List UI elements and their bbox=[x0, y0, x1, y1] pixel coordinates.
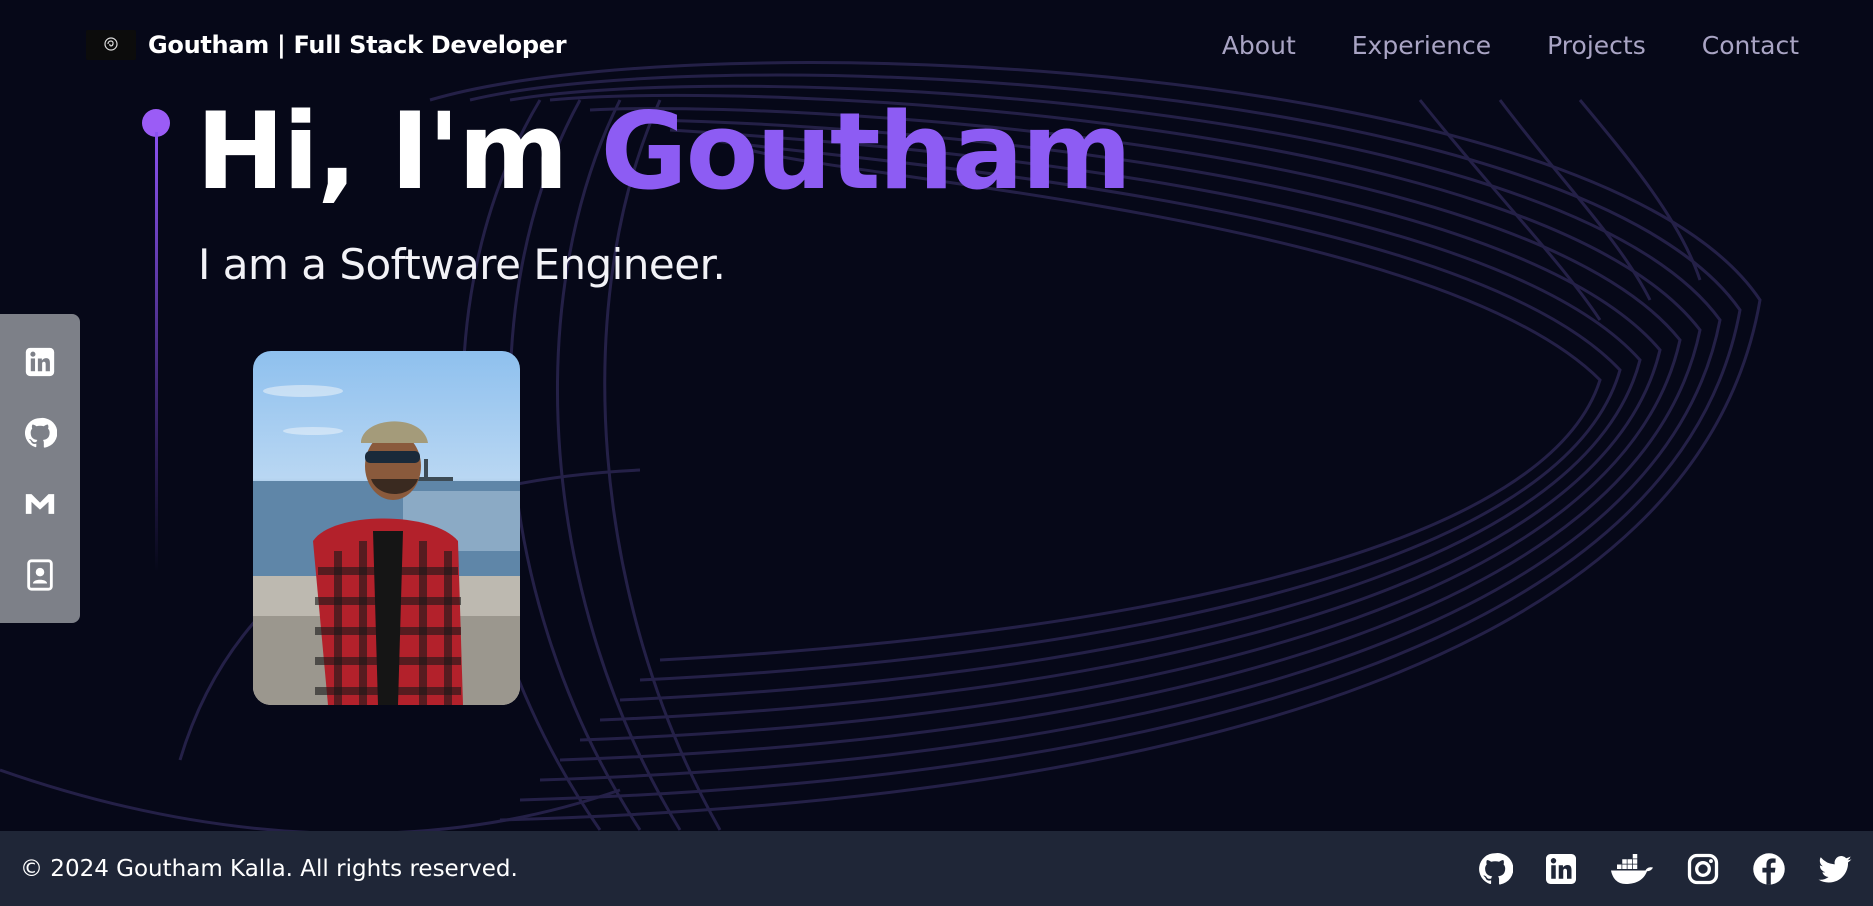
nav-link-projects[interactable]: Projects bbox=[1547, 31, 1646, 60]
nav-link-contact[interactable]: Contact bbox=[1702, 31, 1799, 60]
nav-link-about[interactable]: About bbox=[1222, 31, 1296, 60]
hero-title: Hi, I'm Goutham bbox=[196, 90, 1132, 213]
github-icon[interactable] bbox=[1477, 851, 1513, 887]
nav-link-experience[interactable]: Experience bbox=[1352, 31, 1491, 60]
hero-subtitle: I am a Software Engineer. bbox=[198, 240, 726, 289]
facebook-icon[interactable] bbox=[1751, 851, 1787, 887]
footer-social-icons bbox=[1477, 851, 1853, 887]
hero-name: Goutham bbox=[600, 90, 1132, 213]
instagram-icon[interactable] bbox=[1685, 851, 1721, 887]
main-nav: About Experience Projects Contact bbox=[1222, 31, 1799, 60]
brand-name[interactable]: Goutham | Full Stack Developer bbox=[148, 31, 567, 59]
linkedin-icon[interactable] bbox=[23, 345, 57, 379]
timeline-line bbox=[155, 132, 158, 572]
docker-icon[interactable] bbox=[1609, 851, 1655, 887]
hero-greeting: Hi, I'm bbox=[196, 90, 569, 213]
social-sidebar bbox=[0, 314, 80, 623]
goutham-logo-icon[interactable] bbox=[86, 30, 136, 60]
site-header: Goutham | Full Stack Developer About Exp… bbox=[0, 0, 1873, 90]
contact-card-icon[interactable] bbox=[23, 558, 57, 592]
twitter-icon[interactable] bbox=[1817, 851, 1853, 887]
brand[interactable]: Goutham | Full Stack Developer bbox=[86, 30, 567, 60]
copyright-text: © 2024 Goutham Kalla. All rights reserve… bbox=[20, 855, 518, 882]
github-icon[interactable] bbox=[23, 416, 57, 450]
gmail-icon[interactable] bbox=[23, 487, 57, 521]
linkedin-icon[interactable] bbox=[1543, 851, 1579, 887]
site-footer: © 2024 Goutham Kalla. All rights reserve… bbox=[0, 831, 1873, 906]
profile-photo bbox=[253, 351, 520, 705]
